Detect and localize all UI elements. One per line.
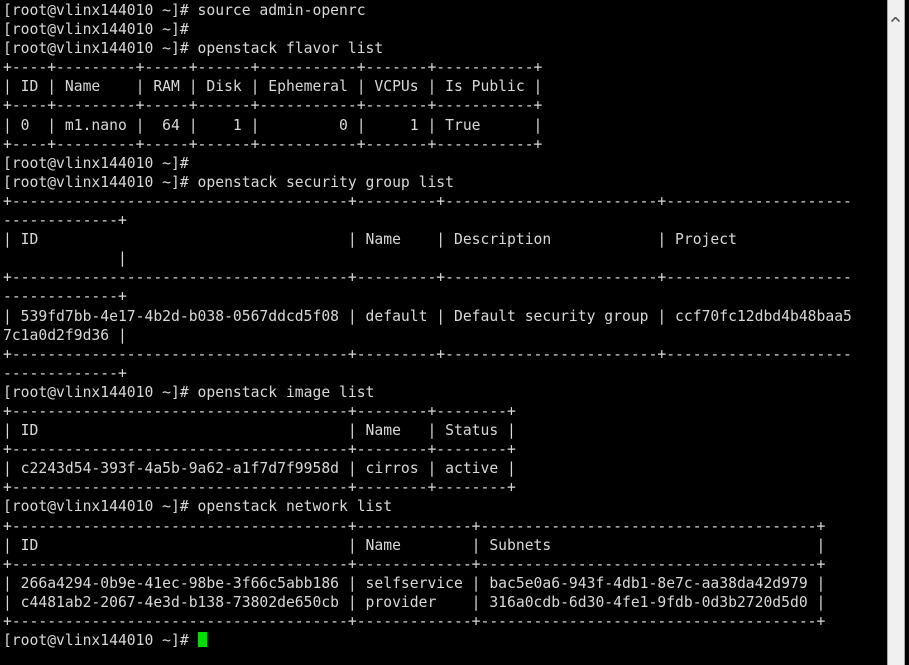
terminal-scrollbar[interactable] [882,0,909,665]
terminal-cursor [197,632,207,648]
terminal-line: +--------------------------------------+… [3,555,826,573]
scrollbar-track[interactable] [887,0,905,665]
terminal-window: [root@vlinx144010 ~]# source admin-openr… [0,0,909,665]
terminal-line: | ID | Name | RAM | Disk | Ephemeral | V… [3,78,543,96]
terminal-line: [root@vlinx144010 ~]# [3,631,882,650]
terminal-line: +----+---------+-----+------+-----------… [3,97,543,115]
terminal-line: +----+---------+-----+------+-----------… [3,135,543,153]
terminal-line: +--------------------------------------+… [3,479,516,497]
terminal-line: -------------+ [3,364,127,382]
terminal-line: [root@vlinx144010 ~]# openstack flavor l… [3,40,384,58]
terminal-line: [root@vlinx144010 ~]# openstack image li… [3,383,375,401]
terminal-line: -------------+ [3,212,127,230]
terminal-line: [root@vlinx144010 ~]# [3,154,189,172]
terminal-line: | c2243d54-393f-4a5b-9a62-a1f7d7f9958d |… [3,460,516,478]
terminal-line: +----+---------+-----+------+-----------… [3,59,543,77]
terminal-line: | ID | Name | Subnets | [3,536,826,554]
terminal-line: | 266a4294-0b9e-41ec-98be-3f66c5abb186 |… [3,574,826,592]
terminal-line: | ID | Name | Description | Project [3,231,852,249]
terminal-line: +--------------------------------------+… [3,192,852,210]
terminal-line: [root@vlinx144010 ~]# source admin-openr… [3,2,366,19]
terminal-output: [root@vlinx144010 ~]# source admin-openr… [3,1,882,650]
terminal-line: | [3,250,127,268]
terminal-line: +--------------------------------------+… [3,269,852,287]
terminal-line: | ID | Name | Status | [3,422,516,440]
chevron-up-icon [890,7,901,23]
scrollbar-up-button[interactable] [887,0,905,23]
terminal-line: [root@vlinx144010 ~]# [3,21,189,39]
terminal-line: | c4481ab2-2067-4e3d-b138-73802de650cb |… [3,593,826,611]
terminal-line: +--------------------------------------+… [3,345,852,363]
terminal-line: [root@vlinx144010 ~]# openstack security… [3,173,454,191]
terminal-line: | 539fd7bb-4e17-4b2d-b038-0567ddcd5f08 |… [3,307,852,325]
terminal-line: | 0 | m1.nano | 64 | 1 | 0 | 1 | True | [3,116,543,134]
terminal-line: +--------------------------------------+… [3,441,516,459]
terminal-line: +--------------------------------------+… [3,613,826,630]
terminal-line: [root@vlinx144010 ~]# openstack network … [3,498,393,516]
terminal-line: +--------------------------------------+… [3,517,826,535]
terminal-line: -------------+ [3,288,127,306]
terminal-screen[interactable]: [root@vlinx144010 ~]# source admin-openr… [0,0,882,665]
terminal-line: +--------------------------------------+… [3,402,516,420]
terminal-line: 7c1a0d2f9d36 | [3,326,127,344]
